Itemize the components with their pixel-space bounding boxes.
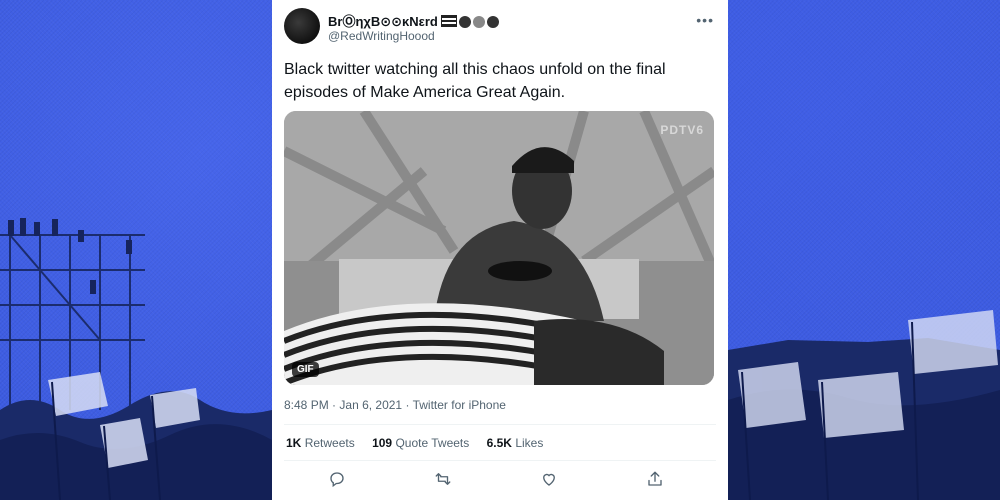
tweet-time[interactable]: 8:48 PM (284, 398, 329, 412)
likes-stat[interactable]: 6.5K Likes (487, 436, 544, 450)
more-icon[interactable]: ••• (696, 12, 714, 28)
tweet-stats: 1K Retweets 109 Quote Tweets 6.5K Likes (286, 436, 557, 450)
user-handle[interactable]: @RedWritingHoood (328, 29, 435, 43)
quote-tweets-count: 109 (372, 436, 393, 450)
like-icon[interactable] (540, 470, 560, 490)
tweet-actions (272, 470, 728, 492)
avatar[interactable] (284, 8, 320, 44)
tweet-meta: 8:48 PM · Jan 6, 2021 · Twitter for iPho… (284, 398, 506, 412)
divider (284, 460, 716, 461)
emoji-icon (472, 16, 485, 28)
reply-icon[interactable] (328, 470, 348, 490)
gif-badge: GIF (292, 362, 319, 377)
tweet-card: BrⓄηχB⊙⊙κNεrd @RedWritingHoood ••• Black… (272, 0, 728, 500)
tweet-text: Black twitter watching all this chaos un… (284, 61, 666, 101)
emoji-icon (486, 16, 499, 28)
likes-label: Likes (515, 436, 544, 450)
retweet-icon[interactable] (434, 470, 454, 490)
tweet-date[interactable]: Jan 6, 2021 (339, 398, 402, 412)
divider (284, 424, 716, 425)
display-name-text[interactable]: BrⓄηχB⊙⊙κNεrd (328, 14, 438, 29)
retweets-label: Retweets (304, 436, 355, 450)
likes-count: 6.5K (486, 436, 512, 450)
share-icon[interactable] (646, 470, 666, 490)
display-name[interactable]: BrⓄηχB⊙⊙κNεrd (328, 11, 499, 30)
retweets-stat[interactable]: 1K Retweets (286, 436, 355, 450)
gif-frame-image (284, 111, 714, 385)
emoji-icon (458, 16, 471, 28)
gif-watermark: PDTV6 (660, 123, 704, 137)
tweet-source[interactable]: Twitter for iPhone (413, 398, 506, 412)
flag-emoji-icon (440, 15, 457, 27)
crowd-scaffold-left-image (0, 218, 272, 500)
quote-tweets-label: Quote Tweets (395, 436, 470, 450)
tweet-media-gif[interactable]: PDTV6 GIF (284, 111, 714, 385)
retweets-count: 1K (286, 436, 302, 450)
meta-separator: · (405, 398, 413, 412)
quote-tweets-stat[interactable]: 109 Quote Tweets (372, 436, 469, 450)
crowd-flags-right-image (728, 310, 1000, 500)
